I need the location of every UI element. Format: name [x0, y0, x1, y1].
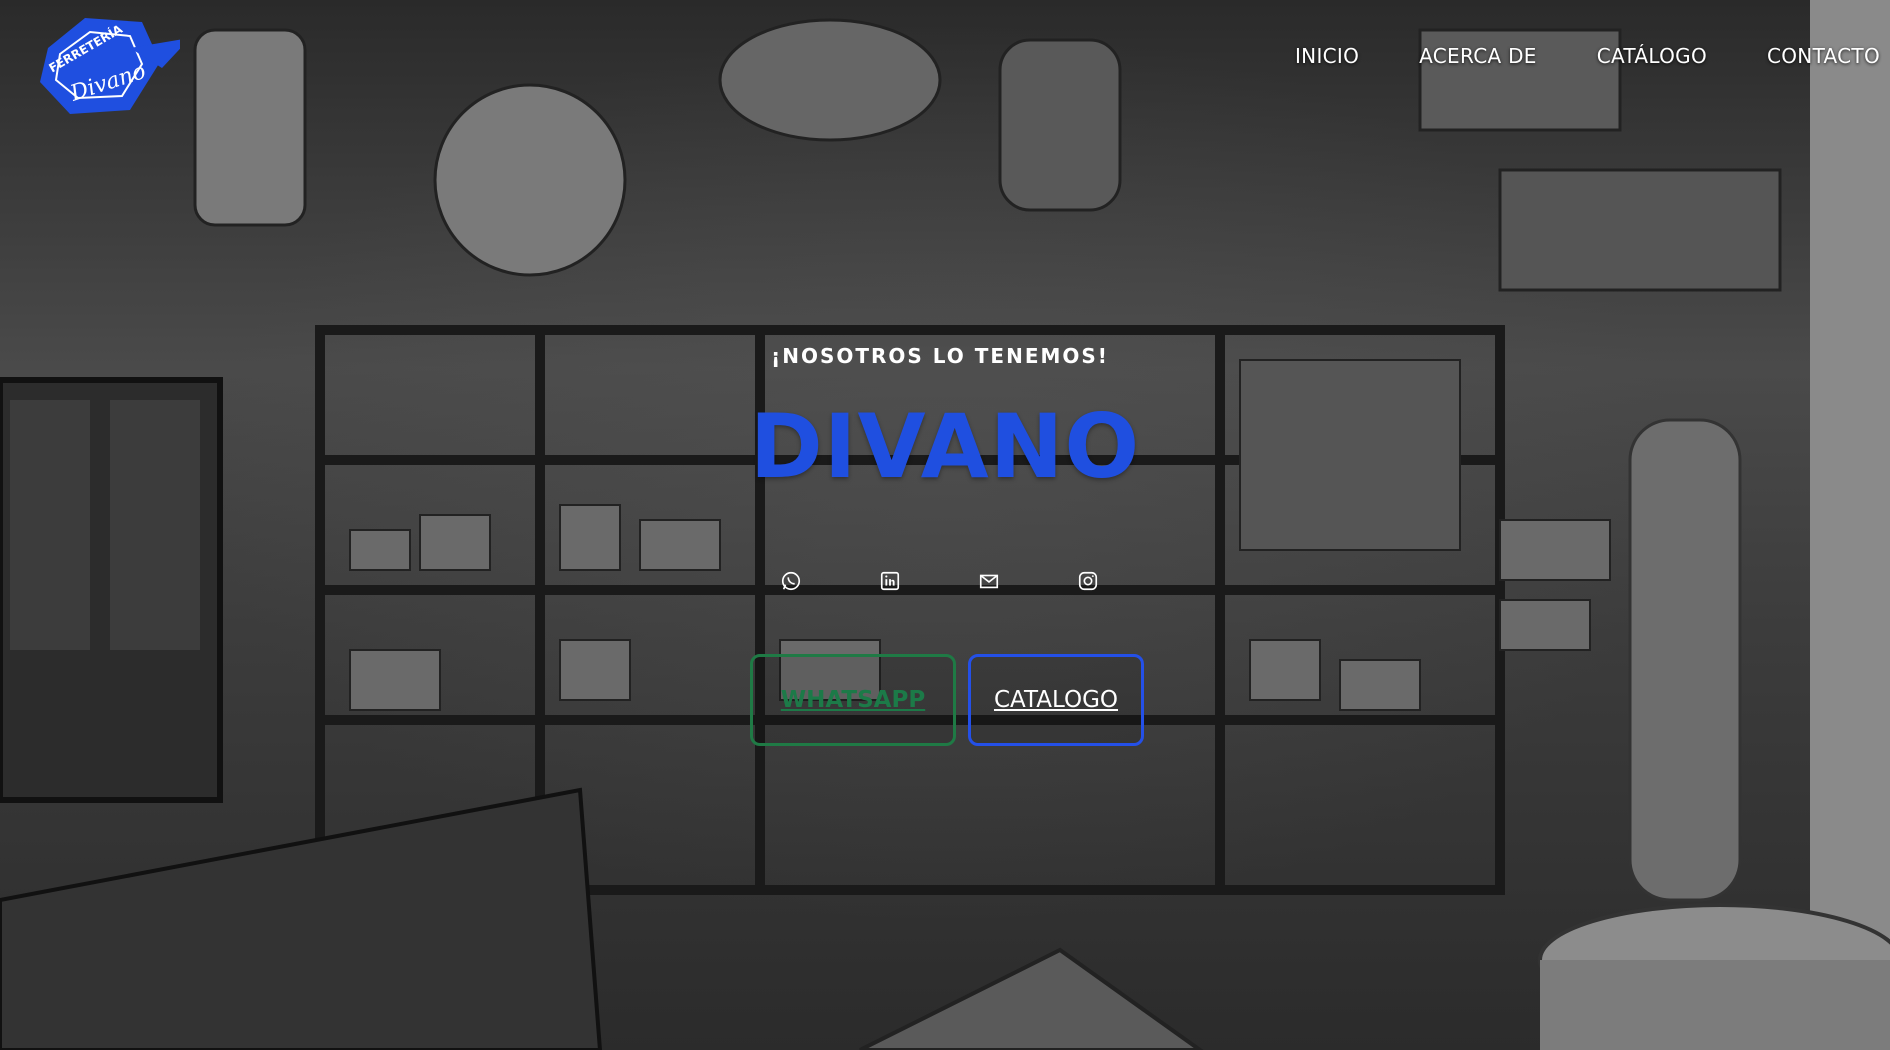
nav-item-contacto[interactable]: CONTACTO — [1767, 44, 1880, 68]
social-links — [779, 569, 1100, 593]
nav-item-catalogo[interactable]: CATÁLOGO — [1597, 44, 1707, 68]
nav-item-acerca-de[interactable]: ACERCA DE — [1419, 44, 1537, 68]
linkedin-icon[interactable] — [878, 569, 902, 593]
logo[interactable]: FERRETERÍA Divano — [30, 10, 180, 120]
catalogo-button[interactable]: CATALOGO — [968, 654, 1144, 746]
shop-background-image — [0, 0, 1890, 1050]
mail-icon[interactable] — [977, 569, 1001, 593]
whatsapp-button[interactable]: WHATSAPP — [750, 654, 956, 746]
whatsapp-icon[interactable] — [779, 569, 803, 593]
instagram-icon[interactable] — [1076, 569, 1100, 593]
nav-item-inicio[interactable]: INICIO — [1295, 44, 1359, 68]
hero-tagline-text: ¡NOSOTROS LO TENEMOS! — [771, 344, 1109, 368]
hero-tagline: ¡NOSOTROS LO TENEMOS! — [0, 344, 1890, 368]
hero-section: FERRETERÍA Divano INICIO ACERCA DE CATÁL… — [0, 0, 1890, 1050]
hero-brand-title: DIVANO — [749, 395, 1141, 498]
main-nav: INICIO ACERCA DE CATÁLOGO CONTACTO — [1235, 44, 1880, 68]
